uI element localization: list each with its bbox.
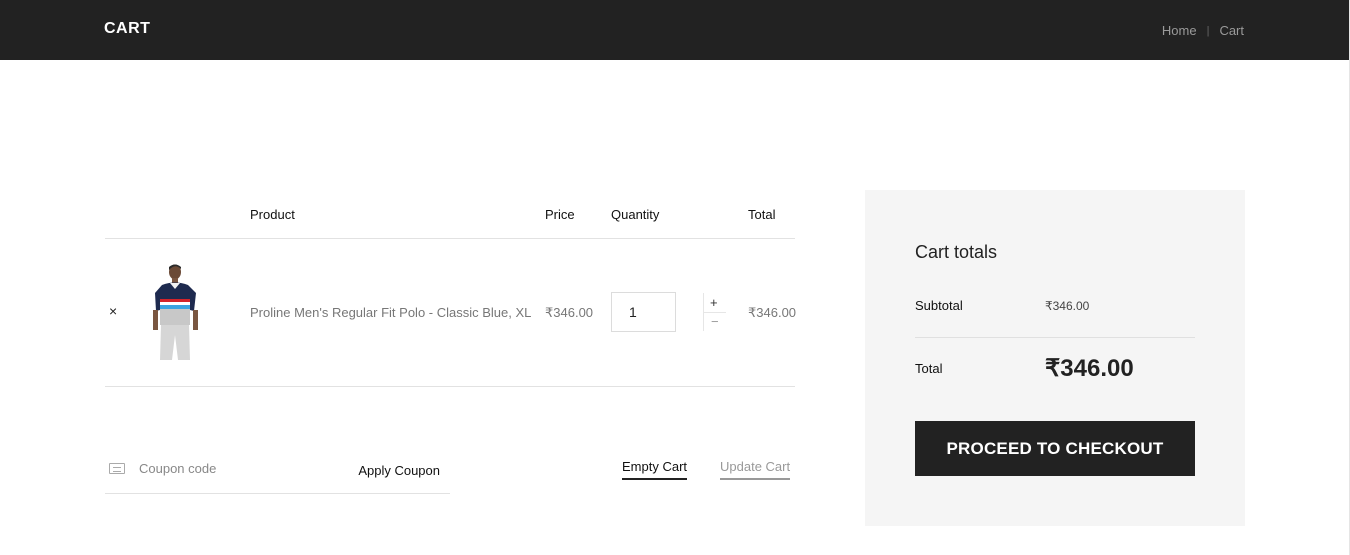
remove-item-button[interactable]: × (109, 303, 117, 319)
column-header-product: Product (250, 207, 295, 222)
breadcrumb-separator: | (1206, 24, 1210, 37)
total-value: ₹346.00 (1045, 355, 1134, 382)
quantity-stepper: + − (703, 293, 726, 331)
coupon-code-input[interactable] (139, 461, 339, 476)
product-thumbnail[interactable] (152, 263, 204, 361)
cart-table-header: Product Price Quantity Total (105, 190, 795, 239)
cart-page: CART Home | Cart Product Price Quantity … (0, 0, 1350, 555)
page-title: CART (104, 20, 151, 37)
apply-coupon-button[interactable]: Apply Coupon (358, 463, 440, 478)
empty-cart-button[interactable]: Empty Cart (622, 459, 688, 480)
cart-item-row: × Proline Men's Regular Fit Polo - Class… (105, 239, 797, 387)
product-price: ₹346.00 (545, 305, 594, 320)
column-header-total: Total (748, 207, 776, 222)
breadcrumb-home-link[interactable]: Home (1162, 23, 1197, 38)
row-total: ₹346.00 (748, 305, 797, 320)
page-header: CART Home | Cart (0, 0, 1350, 60)
quantity-decrement-button[interactable]: − (711, 314, 719, 329)
subtotal-value: ₹346.00 (1045, 299, 1090, 313)
coupon-form: Apply Coupon (105, 455, 450, 494)
column-header-quantity: Quantity (611, 207, 660, 222)
update-cart-button[interactable]: Update Cart (720, 459, 791, 480)
quantity-increment-button[interactable]: + (710, 295, 718, 310)
proceed-to-checkout-button[interactable]: PROCEED TO CHECKOUT (915, 421, 1195, 476)
product-name-link[interactable]: Proline Men's Regular Fit Polo - Classic… (250, 305, 531, 320)
subtotal-label: Subtotal (915, 298, 963, 313)
total-label: Total (915, 361, 943, 376)
totals-divider (915, 337, 1195, 338)
stepper-divider (704, 312, 726, 313)
cart-totals-panel: Cart totals Subtotal ₹346.00 Total ₹346.… (865, 190, 1245, 526)
coupon-ticket-icon (109, 463, 125, 474)
cart-totals-title: Cart totals (915, 242, 998, 262)
quantity-input[interactable] (611, 292, 676, 332)
breadcrumb: Home | Cart (1162, 23, 1244, 38)
breadcrumb-current: Cart (1219, 23, 1244, 38)
column-header-price: Price (545, 207, 575, 222)
